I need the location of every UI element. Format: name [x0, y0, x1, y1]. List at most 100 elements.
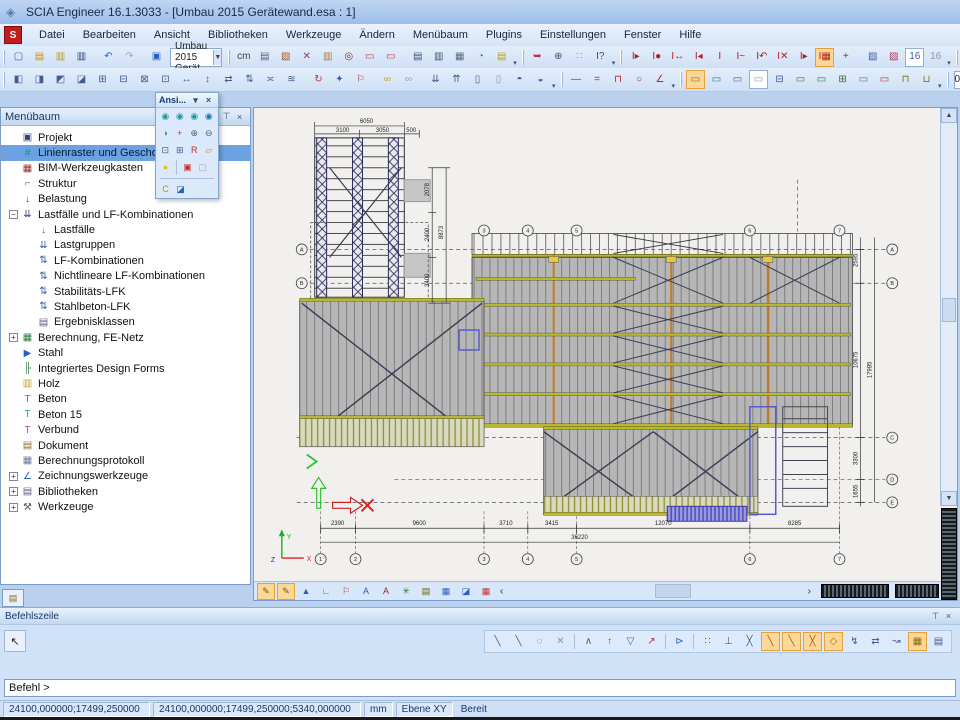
- paste-clipboard-icon[interactable]: ▥: [318, 48, 337, 67]
- drawing-viewport[interactable]: 6050310030505002390960037103415120708285…: [253, 107, 958, 601]
- collapse-icon[interactable]: −: [9, 210, 18, 219]
- frame-teal-icon[interactable]: ▭: [854, 70, 873, 89]
- donut-view-icon[interactable]: ◎: [339, 48, 358, 67]
- frame-save-icon[interactable]: ▭: [707, 70, 726, 89]
- tree-item-6[interactable]: ↓Lastfälle: [1, 222, 250, 237]
- status-units[interactable]: mm: [364, 702, 393, 717]
- snap-keyboard-icon[interactable]: ▦: [908, 632, 927, 651]
- undo-icon[interactable]: ↶: [99, 48, 118, 67]
- close-icon[interactable]: ×: [202, 94, 215, 107]
- tree-item-19[interactable]: TVerbund: [1, 422, 250, 437]
- frame-filter-icon[interactable]: ▭: [686, 70, 705, 89]
- snap-list-icon[interactable]: ▤: [929, 632, 948, 651]
- snap-line-2-icon[interactable]: ╲: [782, 632, 801, 651]
- column-b-icon[interactable]: ▯: [489, 70, 508, 89]
- profile-back-icon[interactable]: I◂: [689, 48, 708, 67]
- combo-dropdown-icon[interactable]: ▼: [213, 50, 221, 65]
- command-input[interactable]: Befehl >: [4, 679, 956, 697]
- scroll-right-icon[interactable]: ›: [808, 586, 811, 597]
- new-project-icon[interactable]: ▢: [9, 48, 28, 67]
- snap-perp-icon[interactable]: ⊥: [719, 632, 738, 651]
- menu-item-0[interactable]: Datei: [30, 27, 74, 43]
- tree-item-12[interactable]: ▤Ergebnisklassen: [1, 315, 250, 330]
- stored-views-icon[interactable]: ▱: [202, 143, 217, 158]
- profile-move-icon[interactable]: I↔: [668, 48, 687, 67]
- menu-item-10[interactable]: Hilfe: [670, 27, 710, 43]
- intersect-icon[interactable]: ⊠: [135, 70, 154, 89]
- array-icon[interactable]: ⊞: [93, 70, 112, 89]
- close-icon[interactable]: ×: [942, 610, 955, 623]
- frame-red-icon[interactable]: ▭: [875, 70, 894, 89]
- half-bottom-icon[interactable]: ◒: [531, 70, 550, 89]
- half-top-icon[interactable]: ◓: [510, 70, 529, 89]
- stretch-v-icon[interactable]: ↕: [198, 70, 217, 89]
- structural-drawing[interactable]: 6050310030505002390960037103415120708285…: [254, 108, 943, 584]
- toolbar-handle[interactable]: [956, 50, 958, 65]
- point-grid-icon[interactable]: ∷: [570, 48, 589, 67]
- unlink-pair-icon[interactable]: ∞: [399, 70, 418, 89]
- scroll-down-icon[interactable]: ▼: [941, 491, 957, 506]
- frame-add-icon[interactable]: ▭: [812, 70, 831, 89]
- zoom-out-icon[interactable]: ⊖: [202, 126, 217, 141]
- view-pan-icon[interactable]: +: [173, 126, 188, 141]
- menu-item-6[interactable]: Menübaum: [404, 27, 477, 43]
- beam-line-icon[interactable]: ―: [567, 70, 586, 89]
- sidebar-tab[interactable]: ▤: [2, 589, 24, 607]
- tree-item-14[interactable]: ▶Stahl: [1, 345, 250, 360]
- move-down-2-icon[interactable]: ⇊: [426, 70, 445, 89]
- zoom-window-icon[interactable]: ⊡: [158, 143, 173, 158]
- toolbar-handle[interactable]: [947, 72, 949, 87]
- scale-icon[interactable]: ◪: [72, 70, 91, 89]
- view-palette-header[interactable]: Ansi... ▾ ×: [156, 93, 218, 108]
- frame-green-icon[interactable]: ⊞: [833, 70, 852, 89]
- menu-item-1[interactable]: Bearbeiten: [74, 27, 145, 43]
- menu-item-9[interactable]: Fenster: [615, 27, 670, 43]
- save-icon[interactable]: ▥: [72, 48, 91, 67]
- minimized-window-bar-2[interactable]: [895, 584, 939, 598]
- solid-16-icon[interactable]: 16: [926, 48, 945, 67]
- label-abc-2-icon[interactable]: A: [377, 583, 395, 600]
- snap-ne-icon[interactable]: ↗: [642, 632, 661, 651]
- bracket-icon[interactable]: ⊓: [609, 70, 628, 89]
- copy-multi-icon[interactable]: ◧: [9, 70, 28, 89]
- pin-icon[interactable]: ⊤: [220, 110, 233, 123]
- mirror-icon[interactable]: ◨: [30, 70, 49, 89]
- clip-box-off-icon[interactable]: ▢: [195, 160, 210, 175]
- calculator-icon[interactable]: ▦: [450, 48, 469, 67]
- frame-clip-icon[interactable]: ▭: [791, 70, 810, 89]
- snap-midpoint-icon[interactable]: ╲: [509, 632, 528, 651]
- save-all-icon[interactable]: ▥: [51, 48, 70, 67]
- angle-tool-icon[interactable]: ∠: [651, 70, 670, 89]
- snap-up-icon[interactable]: ↑: [600, 632, 619, 651]
- flag-view-icon[interactable]: ⚐: [337, 583, 355, 600]
- snap-grid-icon[interactable]: ∷: [698, 632, 717, 651]
- stretch-h-icon[interactable]: ↔: [177, 70, 196, 89]
- expand-icon[interactable]: +: [9, 487, 18, 496]
- weld-icon[interactable]: ≋: [282, 70, 301, 89]
- light-icon[interactable]: ●: [158, 160, 173, 175]
- expand-icon[interactable]: +: [9, 472, 18, 481]
- view-z-icon[interactable]: ◉: [187, 109, 202, 124]
- world-update-icon[interactable]: ◔: [471, 48, 490, 67]
- frame-u-icon[interactable]: ⊔: [917, 70, 936, 89]
- profile-next-icon[interactable]: I▸: [794, 48, 813, 67]
- profile-table-icon[interactable]: I▦: [815, 48, 834, 67]
- toolbar-overflow[interactable]: ▾: [938, 82, 942, 90]
- tree-item-13[interactable]: +▦Berechnung, FE-Netz: [1, 330, 250, 345]
- rotate-icon[interactable]: ◩: [51, 70, 70, 89]
- tree-item-24[interactable]: +⚒Werkzeuge: [1, 499, 250, 514]
- clip-box-icon[interactable]: ▣: [180, 160, 195, 175]
- menu-item-7[interactable]: Plugins: [477, 27, 531, 43]
- move-node-icon[interactable]: +: [836, 48, 855, 67]
- toolbar-handle[interactable]: [561, 72, 563, 87]
- toolbar-overflow[interactable]: ▾: [672, 82, 676, 90]
- document-icon[interactable]: ▤: [492, 48, 511, 67]
- status-plane[interactable]: Ebene XY: [396, 702, 453, 717]
- tree-item-5[interactable]: −⇊Lastfälle und LF-Kombinationen: [1, 207, 250, 222]
- profile-delete-icon[interactable]: I✕: [773, 48, 792, 67]
- horizontal-scroll-track[interactable]: [507, 584, 803, 598]
- swap-icon[interactable]: ⇄: [219, 70, 238, 89]
- toolbar-overflow[interactable]: ▾: [513, 59, 517, 67]
- hook-rotate-icon[interactable]: ↻: [309, 70, 328, 89]
- join-icon[interactable]: ⊡: [156, 70, 175, 89]
